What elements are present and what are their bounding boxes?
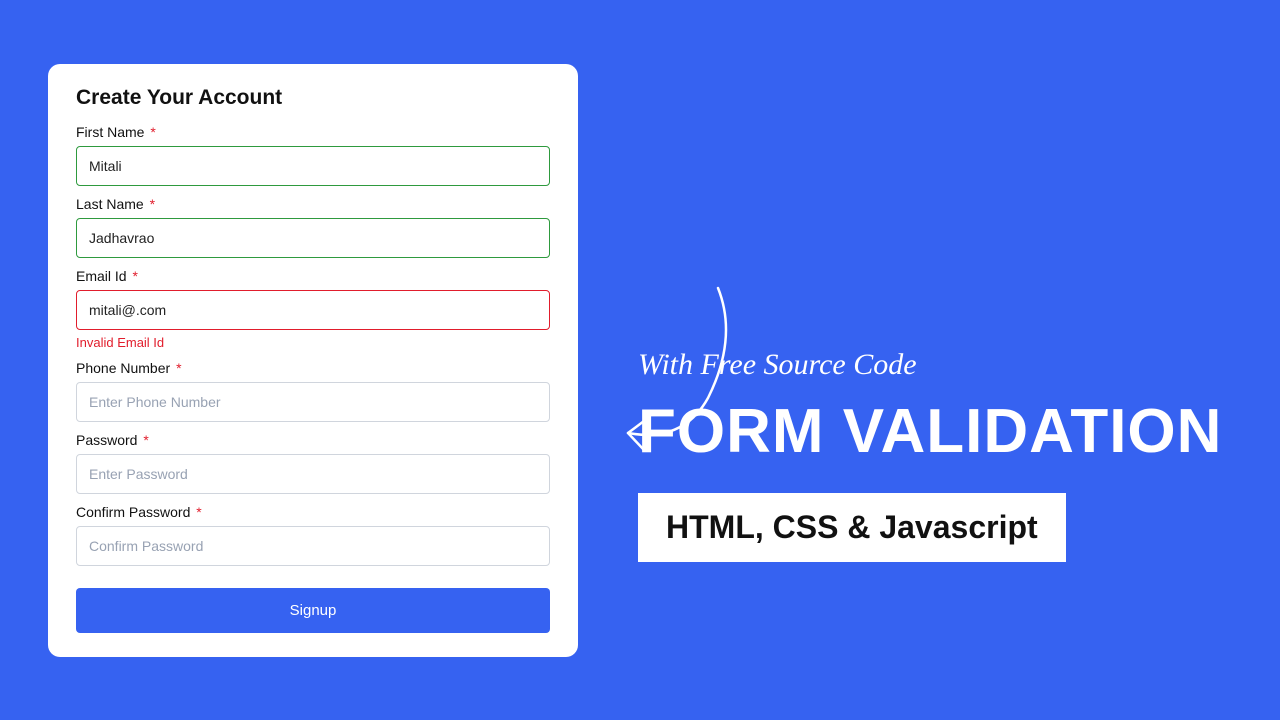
arrow-icon [598, 278, 748, 463]
required-mark: * [176, 360, 181, 376]
password-label: Password * [76, 432, 550, 448]
required-mark: * [143, 432, 148, 448]
phone-label-text: Phone Number [76, 360, 170, 376]
email-error-text: Invalid Email Id [76, 335, 550, 350]
promo-panel: With Free Source Code FORM VALIDATION HT… [578, 158, 1240, 562]
form-title: Create Your Account [76, 86, 550, 110]
phone-field: Phone Number * [76, 360, 550, 422]
first-name-input[interactable] [76, 146, 550, 186]
email-label: Email Id * [76, 268, 550, 284]
email-label-text: Email Id [76, 268, 127, 284]
required-mark: * [150, 196, 155, 212]
required-mark: * [150, 124, 155, 140]
first-name-label-text: First Name [76, 124, 144, 140]
confirm-password-label-text: Confirm Password [76, 504, 190, 520]
email-field: Email Id * Invalid Email Id [76, 268, 550, 350]
phone-input[interactable] [76, 382, 550, 422]
confirm-password-input[interactable] [76, 526, 550, 566]
first-name-field: First Name * [76, 124, 550, 186]
last-name-input[interactable] [76, 218, 550, 258]
first-name-label: First Name * [76, 124, 550, 140]
confirm-password-label: Confirm Password * [76, 504, 550, 520]
last-name-label: Last Name * [76, 196, 550, 212]
required-mark: * [132, 268, 137, 284]
signup-form-card: Create Your Account First Name * Last Na… [48, 64, 578, 657]
email-input[interactable] [76, 290, 550, 330]
tech-badge: HTML, CSS & Javascript [638, 493, 1066, 562]
phone-label: Phone Number * [76, 360, 550, 376]
last-name-field: Last Name * [76, 196, 550, 258]
password-input[interactable] [76, 454, 550, 494]
confirm-password-field: Confirm Password * [76, 504, 550, 566]
last-name-label-text: Last Name [76, 196, 144, 212]
required-mark: * [196, 504, 201, 520]
password-label-text: Password [76, 432, 137, 448]
signup-button[interactable]: Signup [76, 588, 550, 633]
password-field: Password * [76, 432, 550, 494]
